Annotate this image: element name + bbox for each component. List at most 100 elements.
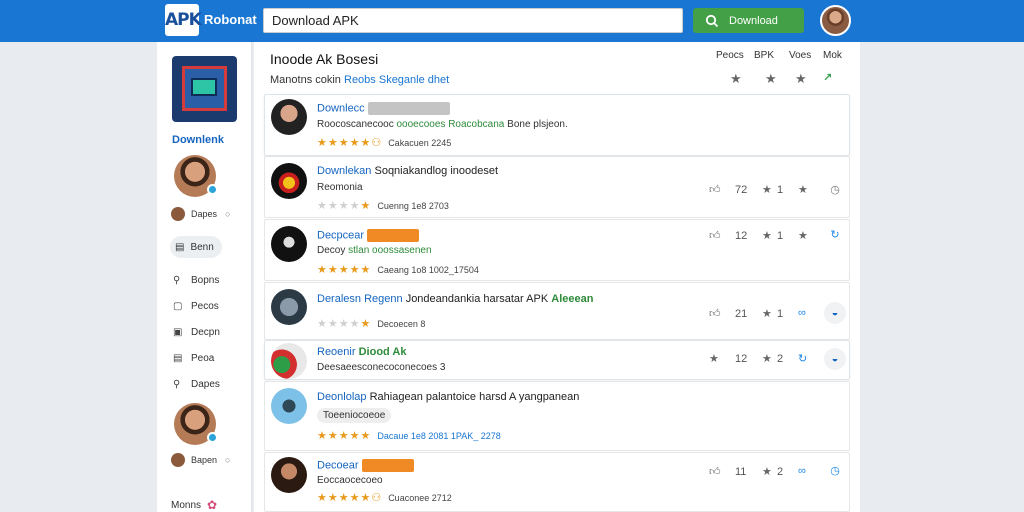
- label-badge: [361, 459, 414, 472]
- circle-icon: ○: [225, 455, 231, 465]
- app-icon: [271, 163, 307, 199]
- app-desc: Eoccaocecoeo: [317, 475, 383, 486]
- rating: ★★★★★ Decoecen 8: [317, 318, 426, 330]
- count: 2: [777, 466, 784, 478]
- brand-name[interactable]: Robonat: [204, 12, 257, 27]
- app-icon: [271, 343, 307, 379]
- count: 1: [777, 308, 784, 320]
- subtitle-link[interactable]: Reobs Skeganle dhet: [344, 74, 449, 86]
- clock-icon[interactable]: ◷: [824, 178, 846, 200]
- sidebar: Downlenk Dapes ○ ▤ Benn ⚲ Bopns ▢ Pecos ▣ D…: [157, 42, 252, 512]
- page-title: Inoode Ak Bosesi: [270, 51, 379, 67]
- list-icon: ▤: [173, 353, 183, 364]
- profile-avatar[interactable]: [174, 155, 218, 197]
- star-icon[interactable]: ★: [762, 307, 772, 320]
- count: 72: [735, 184, 748, 196]
- sidebar-footer-label: Monns: [171, 499, 202, 511]
- link-icon[interactable]: ∞: [798, 307, 806, 319]
- app-desc: Decoy stlan ooossasenen: [317, 245, 432, 256]
- col-head-3[interactable]: Voes: [789, 50, 811, 61]
- col-head-4[interactable]: Mok: [823, 50, 842, 61]
- sidebar-pill-label: Benn: [190, 241, 214, 253]
- list-item[interactable]: Deonlolap Rahiagean palantoice harsd A y…: [264, 381, 850, 451]
- download-button-label: Download: [729, 14, 778, 27]
- app-icon: [271, 226, 307, 262]
- sidebar-item-2[interactable]: ▢ Pecos: [173, 301, 219, 312]
- app-thumbnail[interactable]: [172, 56, 237, 122]
- app-desc: Roocoscanecooc oooecooes Roacobcana Bone…: [317, 119, 568, 130]
- rating: ★★★★★⚇ Cuaconee 2712: [317, 492, 452, 504]
- sidebar-user[interactable]: Dapes ○: [171, 207, 230, 221]
- profile-avatar-2[interactable]: [174, 403, 218, 445]
- app-name[interactable]: Downlecc: [317, 102, 450, 115]
- star-icon[interactable]: ★: [798, 229, 808, 242]
- sidebar-item-5[interactable]: ⚲ Dapes: [173, 379, 220, 390]
- thumb-up-icon[interactable]: 👍︎: [709, 229, 721, 242]
- app-name[interactable]: Deralesn Regenn Jondeandankia harsatar A…: [317, 293, 593, 305]
- count: 1: [777, 184, 784, 196]
- subtitle-text: Manotns cokin: [270, 74, 341, 86]
- col-head-2[interactable]: BPK: [754, 50, 774, 61]
- refresh-icon[interactable]: ↻: [824, 224, 846, 246]
- star-icon[interactable]: ★: [798, 183, 808, 196]
- star-icon[interactable]: ★: [765, 71, 777, 87]
- refresh-icon[interactable]: ↻: [798, 352, 807, 365]
- count: 12: [735, 230, 748, 242]
- star-icon[interactable]: ★: [762, 229, 772, 242]
- sidebar-item-4[interactable]: ▤ Peoa: [173, 353, 214, 364]
- mini-avatar: [171, 207, 185, 221]
- search-input[interactable]: [263, 8, 683, 33]
- sidebar-item-label: Bopns: [191, 275, 220, 286]
- app-name[interactable]: Deonlolap Rahiagean palantoice harsd A y…: [317, 391, 579, 403]
- count: 12: [735, 353, 748, 365]
- sidebar-item-3[interactable]: ▣ Decpn: [173, 327, 220, 338]
- star-icon[interactable]: ★: [795, 71, 807, 87]
- thumb-up-icon[interactable]: 👍︎: [709, 465, 721, 478]
- star-icon[interactable]: ★: [762, 352, 772, 365]
- chat-icon: ▢: [173, 301, 183, 312]
- action-circle-icon[interactable]: ◒: [824, 348, 846, 370]
- app-icon: [271, 289, 307, 325]
- box-icon: ▣: [173, 327, 183, 338]
- star-icon[interactable]: ★: [762, 465, 772, 478]
- list-item[interactable]: Decoear Eoccaocecoeo ★★★★★⚇ Cuaconee 2712…: [264, 452, 850, 512]
- rating: ★★★★★ Cuenng 1e8 2703: [317, 200, 449, 212]
- list-item[interactable]: Deralesn Regenn Jondeandankia harsatar A…: [264, 282, 850, 340]
- label-badge: [367, 102, 450, 115]
- sidebar-item-1[interactable]: ⚲ Bopns: [173, 275, 219, 286]
- list-item[interactable]: Decpcear Decoy stlan ooossasenen ★★★★★ Ca…: [264, 219, 850, 281]
- share-icon[interactable]: ↗: [823, 71, 832, 84]
- sidebar-user-2[interactable]: Bapen ○: [171, 453, 230, 467]
- clock-icon[interactable]: ◷: [824, 460, 846, 482]
- thumb-up-icon[interactable]: 👍︎: [709, 307, 721, 320]
- search-icon: ⚲: [173, 275, 181, 286]
- star-icon[interactable]: ★: [709, 352, 719, 365]
- count: 1: [777, 230, 784, 242]
- app-name[interactable]: Reoenir Diood Ak: [317, 346, 406, 358]
- star-icon[interactable]: ★: [730, 71, 742, 87]
- sidebar-pill[interactable]: ▤ Benn: [170, 236, 222, 258]
- list-item[interactable]: Reoenir Diood Ak Deesaeesconecoconecoes …: [264, 340, 850, 380]
- app-desc: Deesaeesconecoconecoes 3: [317, 362, 446, 373]
- action-circle-icon[interactable]: ◒: [824, 302, 846, 324]
- app-name[interactable]: Decoear: [317, 459, 414, 472]
- list-item[interactable]: Downlecc Roocoscanecooc oooecooes Roacob…: [264, 94, 850, 156]
- app-name[interactable]: Decpcear: [317, 229, 420, 242]
- download-button[interactable]: Download: [693, 8, 804, 33]
- link-icon[interactable]: ∞: [798, 465, 806, 477]
- rating: ★★★★★⚇ Cakacuen 2245: [317, 137, 452, 149]
- col-head-1[interactable]: Peocs: [716, 50, 744, 61]
- thumb-up-icon[interactable]: 👍︎: [709, 183, 721, 196]
- list-item[interactable]: Downlekan Soqniakandlog inoodeset Reomon…: [264, 156, 850, 218]
- sidebar-user-label: Bapen: [191, 455, 218, 465]
- app-icon: [271, 388, 307, 424]
- app-logo[interactable]: APK: [165, 4, 202, 36]
- sidebar-footer[interactable]: Monns ✿: [171, 498, 217, 512]
- page-subtitle: Manotns cokin Reobs Skeganle dhet: [270, 74, 449, 86]
- rating: ★★★★★ Caeang 1o8 1002_17504: [317, 264, 479, 276]
- star-icon[interactable]: ★: [762, 183, 772, 196]
- app-name[interactable]: Downlekan Soqniakandlog inoodeset: [317, 165, 498, 177]
- user-avatar[interactable]: [820, 5, 851, 36]
- top-bar: APK Robonat Download: [0, 0, 1024, 42]
- sidebar-title[interactable]: Downlenk: [172, 134, 224, 146]
